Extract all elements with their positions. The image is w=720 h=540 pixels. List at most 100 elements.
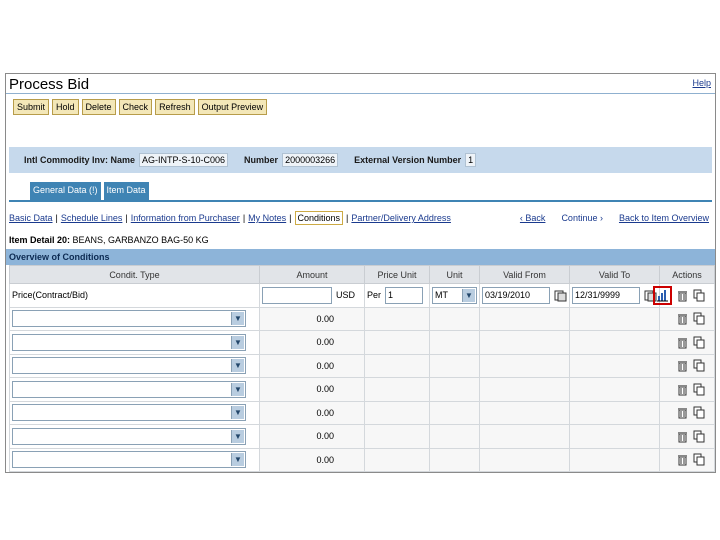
- condition-type-cell: ▼: [9, 306, 260, 331]
- chevron-down-icon: ▼: [231, 406, 244, 420]
- valid-to-input[interactable]: 12/31/9999: [572, 286, 640, 304]
- back-link[interactable]: ‹ Back: [520, 213, 546, 223]
- unit-cell: [429, 447, 480, 472]
- section-title: Overview of Conditions: [6, 249, 715, 265]
- unit-cell: [429, 330, 480, 355]
- tab-underline: [9, 200, 712, 202]
- link-partner-delivery-address[interactable]: Partner/Delivery Address: [351, 213, 451, 223]
- copy-icon[interactable]: [693, 289, 706, 302]
- amount-value: 0.00: [259, 447, 365, 472]
- submit-button[interactable]: Submit: [13, 99, 50, 115]
- condition-type-select[interactable]: ▼: [12, 333, 246, 351]
- chevron-down-icon: ▼: [462, 288, 475, 302]
- trash-icon[interactable]: [676, 359, 689, 372]
- name-value: AG-INTP-S-10-C006: [139, 153, 229, 167]
- price-unit-cell: Per 1: [364, 283, 430, 308]
- unit-select[interactable]: MT ▼: [432, 286, 477, 304]
- continue-link[interactable]: Continue ›: [561, 213, 603, 223]
- trash-icon[interactable]: [676, 453, 689, 466]
- trash-icon[interactable]: [676, 289, 689, 302]
- delete-button[interactable]: Delete: [81, 99, 116, 115]
- valid-to-cell: [569, 377, 660, 402]
- condition-type-select[interactable]: ▼: [12, 451, 246, 469]
- help-link[interactable]: Help: [692, 78, 711, 88]
- valid-from-cell: [479, 377, 570, 402]
- table-row: ▼ 0.00: [9, 377, 715, 402]
- amount-value: 0.00: [259, 330, 365, 355]
- number-label: Number: [244, 155, 279, 165]
- chevron-down-icon: ▼: [231, 382, 244, 396]
- column-header: Valid From: [479, 265, 570, 284]
- trash-icon[interactable]: [676, 336, 689, 349]
- condition-type-select[interactable]: ▼: [12, 380, 246, 398]
- table-row: ▼ 0.00: [9, 353, 715, 378]
- valid-from-cell: [479, 330, 570, 355]
- external-version-value: 1: [465, 153, 477, 167]
- copy-icon[interactable]: [693, 336, 706, 349]
- copy-icon[interactable]: [693, 453, 706, 466]
- sub-navigation: Basic Data | Schedule Lines | Information …: [9, 211, 451, 225]
- link-conditions[interactable]: Conditions: [294, 211, 344, 225]
- column-header: Amount: [259, 265, 365, 284]
- table-row: ▼ 0.00: [9, 400, 715, 425]
- table-row: ▼ 0.00: [9, 306, 715, 331]
- check-button[interactable]: Check: [118, 99, 153, 115]
- back-to-overview-link[interactable]: Back to Item Overview: [619, 213, 709, 223]
- condition-type-cell: ▼: [9, 447, 260, 472]
- condition-type-select[interactable]: ▼: [12, 404, 246, 422]
- copy-icon[interactable]: [693, 359, 706, 372]
- copy-icon[interactable]: [693, 430, 706, 443]
- chevron-down-icon: ▼: [231, 359, 244, 373]
- valid-from-cell: [479, 353, 570, 378]
- trash-icon[interactable]: [676, 406, 689, 419]
- condition-type-cell: ▼: [9, 424, 260, 449]
- valid-from-cell: 03/19/2010: [479, 283, 570, 308]
- copy-icon[interactable]: [693, 312, 706, 325]
- price-unit-cell: [364, 424, 430, 449]
- condition-type-select[interactable]: ▼: [12, 427, 246, 445]
- amount-input[interactable]: [262, 286, 332, 304]
- scale-button[interactable]: [653, 285, 672, 305]
- tab-general-data[interactable]: General Data (!): [30, 182, 101, 200]
- valid-from-cell: [479, 424, 570, 449]
- condition-type-select[interactable]: ▼: [12, 357, 246, 375]
- link-my-notes[interactable]: My Notes: [248, 213, 286, 223]
- amount-value: 0.00: [259, 377, 365, 402]
- condition-type-select[interactable]: ▼: [12, 310, 246, 328]
- actions-cell: [659, 424, 715, 449]
- condition-type-cell: ▼: [9, 400, 260, 425]
- unit-cell: [429, 306, 480, 331]
- calendar-icon[interactable]: [554, 289, 567, 302]
- unit-cell: [429, 353, 480, 378]
- link-basic-data[interactable]: Basic Data: [9, 213, 53, 223]
- number-value: 2000003266: [282, 153, 339, 167]
- actions-cell: [653, 283, 715, 308]
- column-header: Actions: [659, 265, 715, 284]
- amount-value: 0.00: [259, 400, 365, 425]
- process-bid-window: Process Bid Help Submit Hold Delete Chec…: [5, 73, 716, 473]
- unit-cell: [429, 377, 480, 402]
- table-row: Price(Contract/Bid) USD Per 1 MT ▼ 03/19…: [9, 283, 715, 308]
- trash-icon[interactable]: [676, 383, 689, 396]
- condition-type-cell: ▼: [9, 377, 260, 402]
- actions-cell: [659, 447, 715, 472]
- output-preview-button[interactable]: Output Preview: [197, 99, 268, 115]
- valid-to-cell: [569, 424, 660, 449]
- valid-from-input[interactable]: 03/19/2010: [482, 286, 550, 304]
- hold-button[interactable]: Hold: [52, 99, 79, 115]
- tab-item-data[interactable]: Item Data: [103, 182, 149, 200]
- trash-icon[interactable]: [676, 430, 689, 443]
- link-information-from-purchaser[interactable]: Information from Purchaser: [131, 213, 240, 223]
- valid-to-cell: 12/31/9999: [569, 283, 660, 308]
- unit-cell: MT ▼: [429, 283, 480, 308]
- price-unit-input[interactable]: 1: [385, 286, 424, 304]
- copy-icon[interactable]: [693, 383, 706, 396]
- trash-icon[interactable]: [676, 312, 689, 325]
- column-header: Condit. Type: [9, 265, 260, 284]
- price-unit-cell: [364, 447, 430, 472]
- copy-icon[interactable]: [693, 406, 706, 419]
- toolbar: Submit Hold Delete Check Refresh Output …: [13, 99, 268, 115]
- link-schedule-lines[interactable]: Schedule Lines: [61, 213, 123, 223]
- refresh-button[interactable]: Refresh: [155, 99, 195, 115]
- bar-chart-icon: [656, 289, 669, 302]
